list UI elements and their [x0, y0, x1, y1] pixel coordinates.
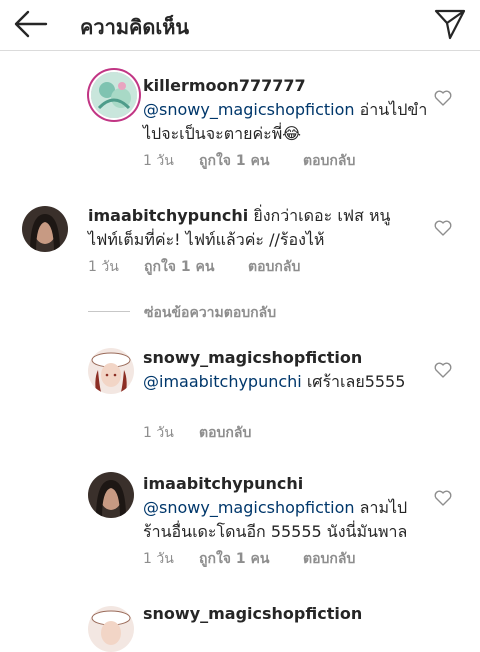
comment-text: snowy_magicshopfiction	[143, 602, 423, 626]
avatar[interactable]	[88, 606, 134, 652]
comment-meta: 1 วัน ตอบกลับ	[143, 422, 443, 442]
comment-time: 1 วัน	[88, 259, 119, 275]
hide-replies-label[interactable]: ซ่อนข้อความตอบกลับ	[144, 302, 276, 324]
comment-body: เศร้าเลย5555	[301, 372, 406, 391]
comment-time: 1 วัน	[143, 551, 174, 567]
comment-username[interactable]: snowy_magicshopfiction	[143, 604, 362, 623]
reply-button[interactable]: ตอบกลับ	[303, 548, 355, 570]
comment-likes[interactable]: ถูกใจ 1 คน	[144, 256, 214, 278]
comment-time: 1 วัน	[143, 153, 174, 169]
comments-header: ความคิดเห็น	[0, 0, 480, 51]
like-heart-icon[interactable]	[434, 220, 452, 236]
comment-text: imaabitchypunchi @snowy_magicshopfiction…	[143, 472, 423, 544]
comment-likes[interactable]: ถูกใจ 1 คน	[199, 548, 269, 570]
like-heart-icon[interactable]	[434, 362, 452, 378]
avatar[interactable]	[22, 206, 68, 252]
comment-meta: 1 วัน ถูกใจ 1 คน ตอบกลับ	[143, 150, 443, 170]
back-arrow-icon[interactable]	[10, 6, 52, 42]
comment-likes[interactable]: ถูกใจ 1 คน	[199, 150, 269, 172]
avatar[interactable]	[88, 472, 134, 518]
comment-text: snowy_magicshopfiction @imaabitchypunchi…	[143, 346, 413, 394]
like-heart-icon[interactable]	[434, 90, 452, 106]
comment-mention[interactable]: @snowy_magicshopfiction	[143, 100, 355, 119]
paper-plane-icon[interactable]	[432, 6, 468, 42]
page-title: ความคิดเห็น	[80, 15, 190, 39]
comment-username[interactable]: imaabitchypunchi	[143, 474, 303, 493]
reply-button[interactable]: ตอบกลับ	[199, 422, 251, 444]
divider-line	[88, 311, 130, 312]
like-heart-icon[interactable]	[434, 490, 452, 506]
comment-username[interactable]: killermoon777777	[143, 76, 306, 95]
comment-text: killermoon777777 @snowy_magicshopfiction…	[143, 74, 433, 146]
reply-button[interactable]: ตอบกลับ	[303, 150, 355, 172]
comment-meta: 1 วัน ถูกใจ 1 คน ตอบกลับ	[88, 256, 388, 276]
comment-time: 1 วัน	[143, 425, 174, 441]
reply-button[interactable]: ตอบกลับ	[248, 256, 300, 278]
comment-username[interactable]: imaabitchypunchi	[88, 206, 248, 225]
avatar[interactable]	[91, 72, 137, 118]
comment-mention[interactable]: @snowy_magicshopfiction	[143, 498, 355, 517]
avatar[interactable]	[88, 348, 134, 394]
comment-username[interactable]: snowy_magicshopfiction	[143, 348, 362, 367]
comment-text: imaabitchypunchi ยิ่งกว่าเดอะ เฟส หนูไฟท…	[88, 204, 394, 252]
comment-mention[interactable]: @imaabitchypunchi	[143, 372, 302, 391]
comment-meta: 1 วัน ถูกใจ 1 คน ตอบกลับ	[143, 548, 443, 568]
